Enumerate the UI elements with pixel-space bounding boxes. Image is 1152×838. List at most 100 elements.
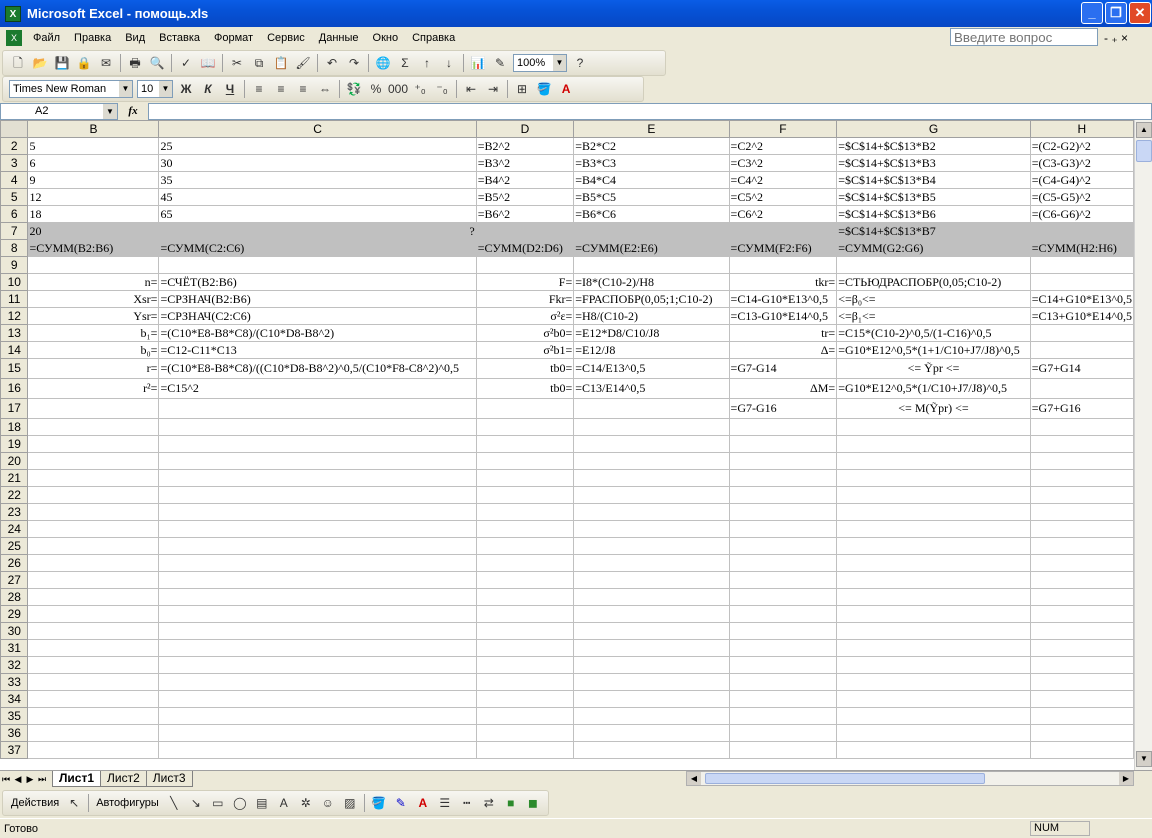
cell[interactable] — [728, 452, 838, 470]
cell[interactable]: =СУММ(H2:H6) — [1029, 239, 1134, 257]
cell[interactable] — [475, 724, 575, 742]
row-header[interactable]: 8 — [0, 239, 29, 257]
cell[interactable]: =C15*(C10-2)^0,5/(1-C16)^0,5 — [836, 324, 1031, 342]
cell[interactable] — [1029, 341, 1134, 359]
cell[interactable] — [573, 673, 730, 691]
cell[interactable] — [1029, 707, 1134, 725]
cell[interactable] — [1029, 256, 1134, 274]
cell[interactable] — [836, 690, 1031, 708]
cell[interactable] — [27, 418, 160, 436]
cell[interactable] — [728, 256, 838, 274]
cell[interactable]: =B2*C2 — [573, 137, 730, 155]
shadow-style-icon[interactable]: ■ — [501, 793, 521, 813]
cell[interactable] — [728, 435, 838, 453]
name-box[interactable]: A2 ▼ — [0, 102, 118, 120]
cell[interactable]: =C12-C11*C13 — [158, 341, 477, 359]
cell[interactable] — [573, 418, 730, 436]
cell[interactable]: 6 — [27, 154, 160, 172]
row-header[interactable]: 3 — [0, 154, 29, 172]
cell[interactable] — [27, 622, 160, 640]
cell[interactable] — [573, 452, 730, 470]
cell[interactable]: =B6*C6 — [573, 205, 730, 223]
cell[interactable]: =(C10*E8-B8*C8)/(C10*D8-B8^2) — [158, 324, 477, 342]
cell[interactable] — [27, 520, 160, 538]
maximize-button[interactable]: ❐ — [1105, 2, 1127, 24]
dash-style-icon[interactable]: ┅ — [457, 793, 477, 813]
cell[interactable]: =СУММ(D2:D6) — [475, 239, 575, 257]
vertical-scrollbar[interactable]: ▲ ▼ — [1134, 120, 1152, 770]
row-header[interactable]: 23 — [0, 503, 29, 521]
cell[interactable] — [475, 486, 575, 504]
cell[interactable] — [836, 537, 1031, 555]
cell[interactable]: =I8*(C10-2)/H8 — [573, 273, 730, 291]
cell[interactable] — [728, 418, 838, 436]
cell[interactable]: =B3*C3 — [573, 154, 730, 172]
row-header[interactable]: 34 — [0, 690, 29, 708]
cell[interactable] — [728, 486, 838, 504]
cell[interactable] — [1029, 537, 1134, 555]
sort-ascending-icon[interactable]: ↑ — [417, 53, 437, 73]
row-header[interactable]: 4 — [0, 171, 29, 189]
menu-help[interactable]: Справка — [405, 32, 462, 44]
line-style-icon[interactable]: ☰ — [435, 793, 455, 813]
row-header[interactable]: 35 — [0, 707, 29, 725]
cell[interactable] — [1029, 378, 1134, 399]
cell[interactable] — [27, 435, 160, 453]
workbook-icon[interactable]: X — [6, 30, 22, 46]
cell[interactable] — [836, 486, 1031, 504]
cell[interactable]: Ysr= — [27, 307, 160, 325]
cell[interactable]: =B4*C4 — [573, 171, 730, 189]
cell[interactable]: =C14/E13^0,5 — [573, 358, 730, 379]
cell[interactable] — [836, 418, 1031, 436]
cell[interactable] — [728, 673, 838, 691]
cell[interactable] — [573, 622, 730, 640]
cell[interactable] — [158, 622, 477, 640]
sort-descending-icon[interactable]: ↓ — [439, 53, 459, 73]
cell[interactable] — [27, 554, 160, 572]
cell[interactable]: r²= — [27, 378, 160, 399]
cell[interactable] — [1029, 741, 1134, 759]
cell[interactable] — [158, 435, 477, 453]
cell[interactable]: =СУММ(F2:F6) — [728, 239, 838, 257]
italic-button[interactable]: К — [198, 79, 218, 99]
cell[interactable] — [1029, 418, 1134, 436]
cell[interactable] — [728, 571, 838, 589]
cell[interactable]: =C5^2 — [728, 188, 838, 206]
cell[interactable]: 25 — [158, 137, 477, 155]
cell[interactable] — [573, 537, 730, 555]
cell[interactable] — [1029, 690, 1134, 708]
minimize-button[interactable]: _ — [1081, 2, 1103, 24]
cell[interactable]: =FРАСПОБР(0,05;1;C10-2) — [573, 290, 730, 308]
paste-icon[interactable]: 📋 — [271, 53, 291, 73]
horizontal-scrollbar[interactable]: ◀ ▶ — [686, 771, 1134, 786]
cell[interactable] — [1029, 520, 1134, 538]
currency-icon[interactable]: 💱 — [344, 79, 364, 99]
insert-function-icon[interactable]: fx — [118, 105, 148, 117]
cell[interactable] — [1029, 503, 1134, 521]
cell[interactable]: 35 — [158, 171, 477, 189]
cell[interactable] — [1029, 222, 1134, 240]
cell[interactable] — [573, 639, 730, 657]
print-icon[interactable]: 🖶 — [125, 53, 145, 73]
redo-icon[interactable]: ↷ — [344, 53, 364, 73]
rectangle-icon[interactable]: ▭ — [208, 793, 228, 813]
cell[interactable]: ΔM= — [728, 378, 838, 399]
cell[interactable] — [27, 469, 160, 487]
increase-decimal-icon[interactable]: ⁺₀ — [410, 79, 430, 99]
column-header[interactable]: B — [27, 120, 160, 138]
cell[interactable]: =E12/J8 — [573, 341, 730, 359]
cell[interactable] — [27, 452, 160, 470]
cell[interactable] — [158, 741, 477, 759]
cell[interactable] — [836, 741, 1031, 759]
cell[interactable] — [573, 435, 730, 453]
cell[interactable] — [728, 639, 838, 657]
cell[interactable]: 30 — [158, 154, 477, 172]
cell[interactable] — [27, 537, 160, 555]
cell[interactable] — [836, 452, 1031, 470]
cell[interactable] — [158, 707, 477, 725]
cut-icon[interactable]: ✂ — [227, 53, 247, 73]
cell[interactable] — [158, 256, 477, 274]
underline-button[interactable]: Ч — [220, 79, 240, 99]
cell[interactable] — [475, 707, 575, 725]
cell[interactable]: 18 — [27, 205, 160, 223]
